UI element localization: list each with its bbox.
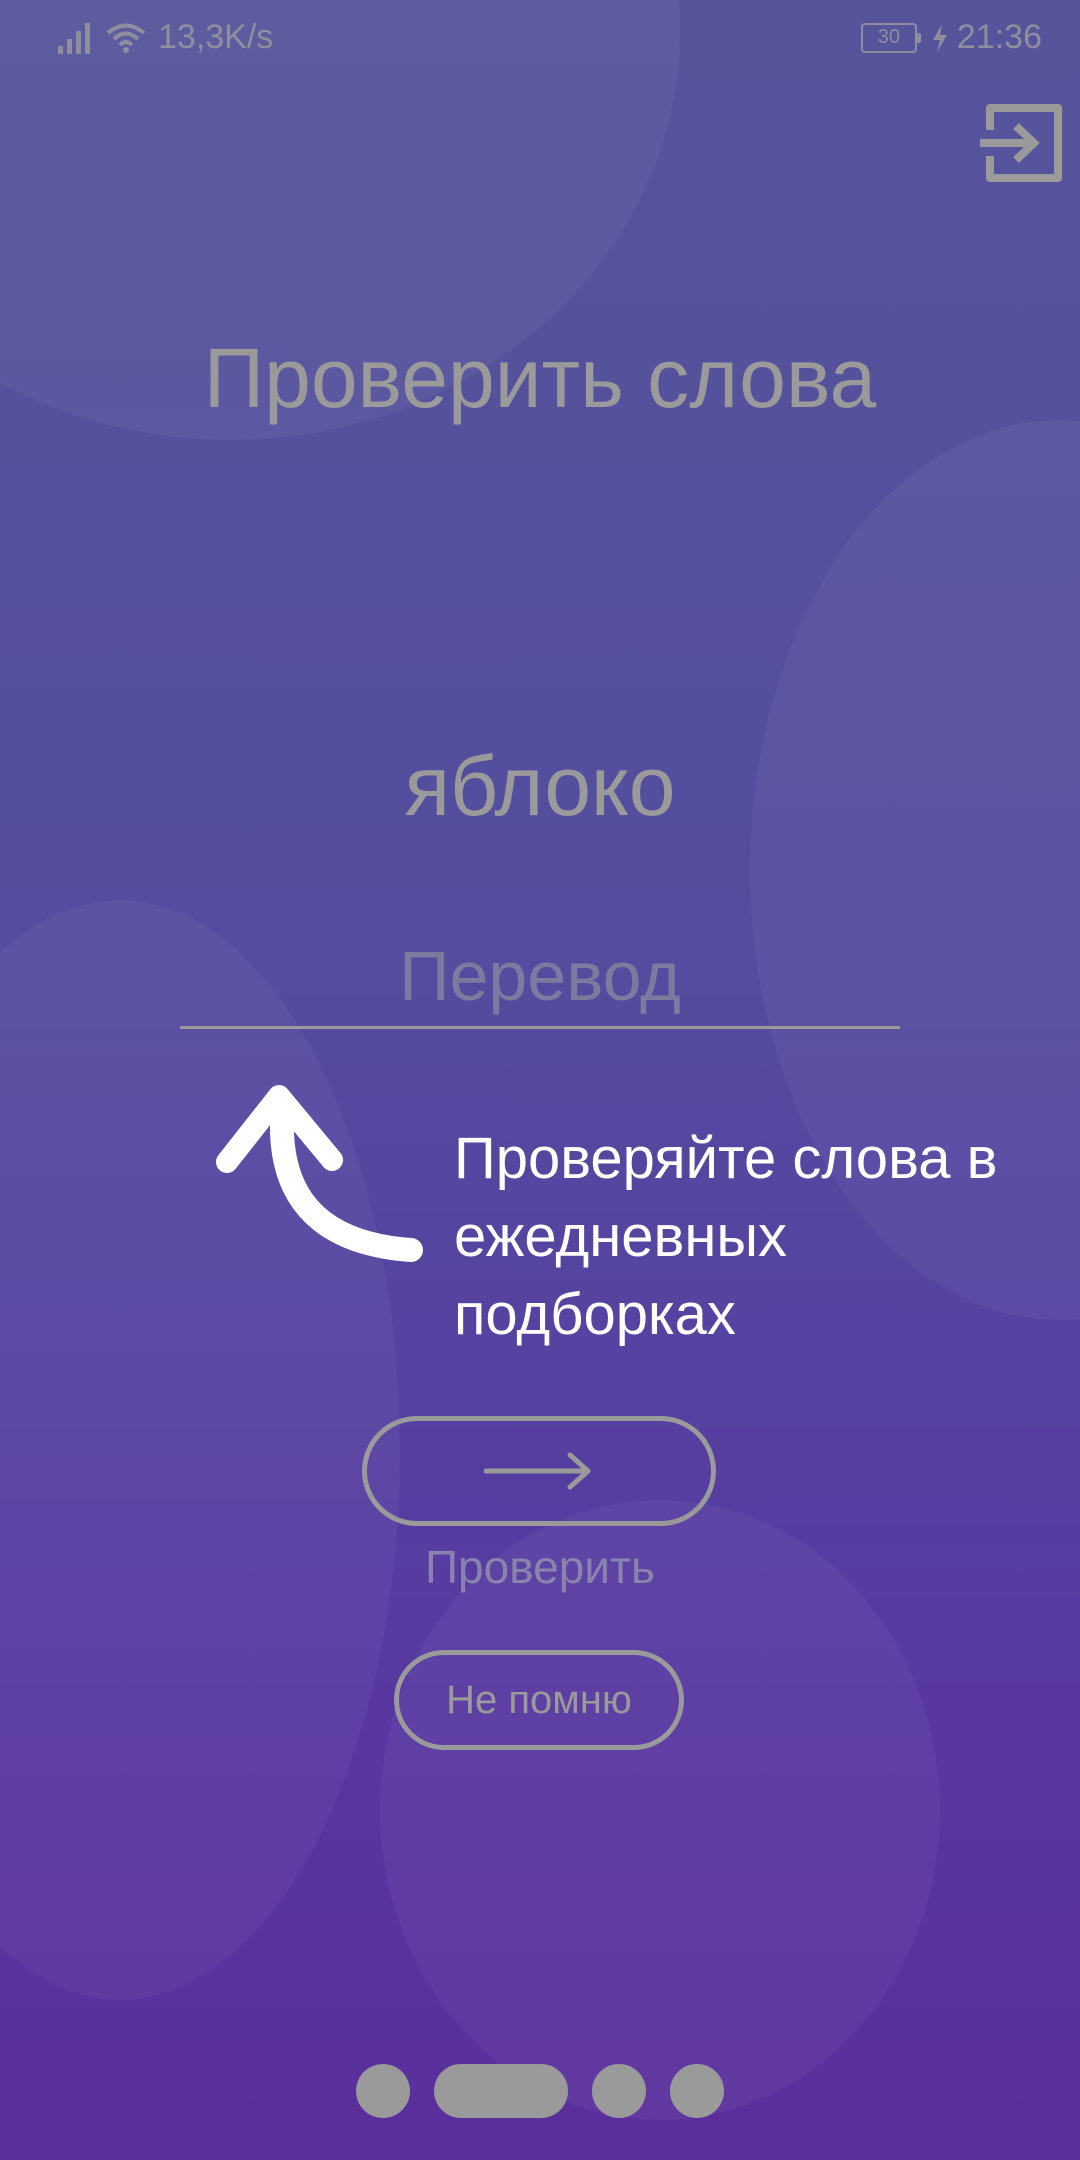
check-button[interactable] [362, 1416, 716, 1526]
battery-icon: 30 [860, 22, 921, 53]
hint-text: Проверяйте слова в ежедневных подборках [454, 1126, 998, 1347]
background-blob [0, 900, 400, 2000]
signal-icon [58, 22, 90, 54]
translation-input[interactable] [180, 926, 900, 1029]
curved-arrow-icon [216, 1085, 423, 1262]
battery-level: 30 [877, 26, 901, 48]
check-button-label: Проверить [424, 1541, 656, 1593]
arrow-right-icon [484, 1452, 591, 1490]
page-title: Проверить слова [203, 331, 877, 425]
page-dot[interactable] [356, 2064, 410, 2118]
wifi-icon [106, 23, 146, 53]
page-indicator [0, 2064, 1080, 2118]
page-dot[interactable] [670, 2064, 724, 2118]
page-dot-active[interactable] [434, 2064, 568, 2118]
status-bar: 13,3K/s 30 21:36 [0, 0, 1080, 72]
status-right: 30 21:36 [860, 18, 1042, 57]
clock: 21:36 [956, 18, 1042, 56]
charging-icon [932, 23, 947, 52]
logout-button[interactable] [974, 96, 1066, 188]
exit-arrow-icon [980, 104, 1062, 182]
word-to-check: яблоко [404, 739, 676, 833]
onboarding-screen: 13,3K/s 30 21:36 Проверить слова яблоко … [0, 0, 1080, 2160]
dont-remember-button[interactable]: Не помню [394, 1650, 684, 1750]
status-left: 13,3K/s [58, 18, 273, 57]
network-speed: 13,3K/s [158, 18, 274, 56]
page-dot[interactable] [592, 2064, 646, 2118]
